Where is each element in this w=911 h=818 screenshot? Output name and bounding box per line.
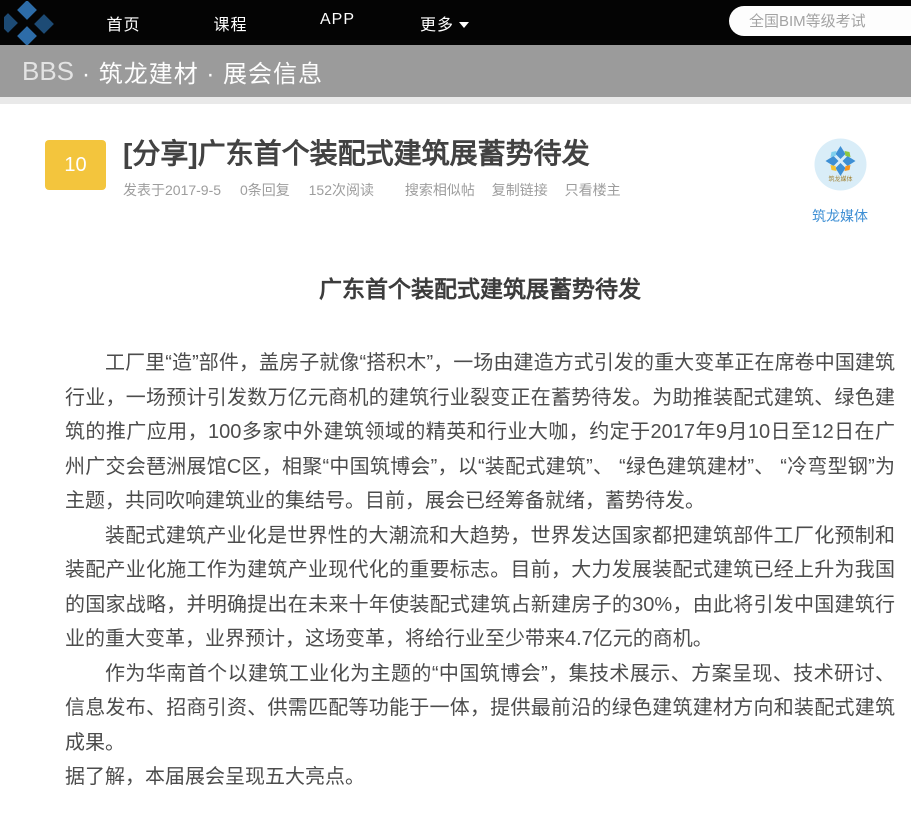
author-avatar-icon[interactable]: 筑龙媒体	[813, 179, 868, 196]
paragraph: 工厂里“造”部件，盖房子就像“搭积木”，一场由建造方式引发的重大变革正在席卷中国…	[65, 346, 895, 519]
divider-strip	[0, 97, 911, 104]
view-count: 152次阅读	[309, 182, 374, 198]
top-nav-bar: 首页 课程 APP 更多	[0, 0, 911, 45]
paragraph: 作为华南首个以建筑工业化为主题的“中国筑博会”，集技术展示、方案呈现、技术研讨、…	[65, 657, 895, 761]
post-meta-row: 发表于2017-9-5 0条回复 152次阅读 搜索相似帖 复制链接 只看楼主	[123, 180, 911, 200]
zhulong-logo-icon[interactable]	[4, 1, 56, 45]
author-name-link[interactable]: 筑龙媒体	[812, 206, 868, 226]
main-nav: 首页 课程 APP 更多	[70, 11, 498, 35]
nav-item-more[interactable]: 更多	[391, 11, 498, 35]
nav-item-home[interactable]: 首页	[70, 11, 177, 35]
only-author-link[interactable]: 只看楼主	[565, 182, 621, 198]
nav-item-courses[interactable]: 课程	[177, 11, 284, 35]
nav-item-app[interactable]: APP	[284, 11, 391, 35]
article-heading: 广东首个装配式建筑展蓄势待发	[65, 270, 895, 304]
breadcrumb: BBS · 筑龙建材 · 展会信息	[0, 45, 911, 97]
chevron-down-icon	[459, 22, 469, 28]
post-title: [分享]广东首个装配式建筑展蓄势待发	[123, 137, 911, 171]
reply-count-badge: 10	[45, 140, 106, 190]
post-header: 10 [分享]广东首个装配式建筑展蓄势待发 发表于2017-9-5 0条回复 1…	[0, 137, 911, 213]
breadcrumb-site[interactable]: BBS	[22, 56, 74, 87]
paragraph: 装配式建筑产业化是世界性的大潮流和大趋势，世界发达国家都把建筑部件工厂化预制和装…	[65, 519, 895, 657]
reply-count: 0条回复	[240, 182, 290, 198]
search-similar-link[interactable]: 搜索相似帖	[405, 182, 475, 198]
author-box: 筑龙媒体 筑龙媒体	[795, 137, 885, 226]
post-date: 发表于2017-9-5	[123, 182, 221, 198]
post-actions: 搜索相似帖 复制链接 只看楼主	[405, 182, 634, 198]
copy-link[interactable]: 复制链接	[492, 182, 548, 198]
post-content: 广东首个装配式建筑展蓄势待发 工厂里“造”部件，盖房子就像“搭积木”，一场由建造…	[0, 270, 911, 818]
article-body: 工厂里“造”部件，盖房子就像“搭积木”，一场由建造方式引发的重大变革正在席卷中国…	[65, 346, 895, 795]
breadcrumb-path[interactable]: · 筑龙建材 · 展会信息	[82, 54, 323, 89]
closing-line: 据了解，本届展会呈现五大亮点。	[65, 760, 895, 795]
avatar-caption: 筑龙媒体	[828, 175, 852, 183]
nav-item-more-label: 更多	[420, 17, 454, 34]
search-input[interactable]	[729, 6, 911, 36]
